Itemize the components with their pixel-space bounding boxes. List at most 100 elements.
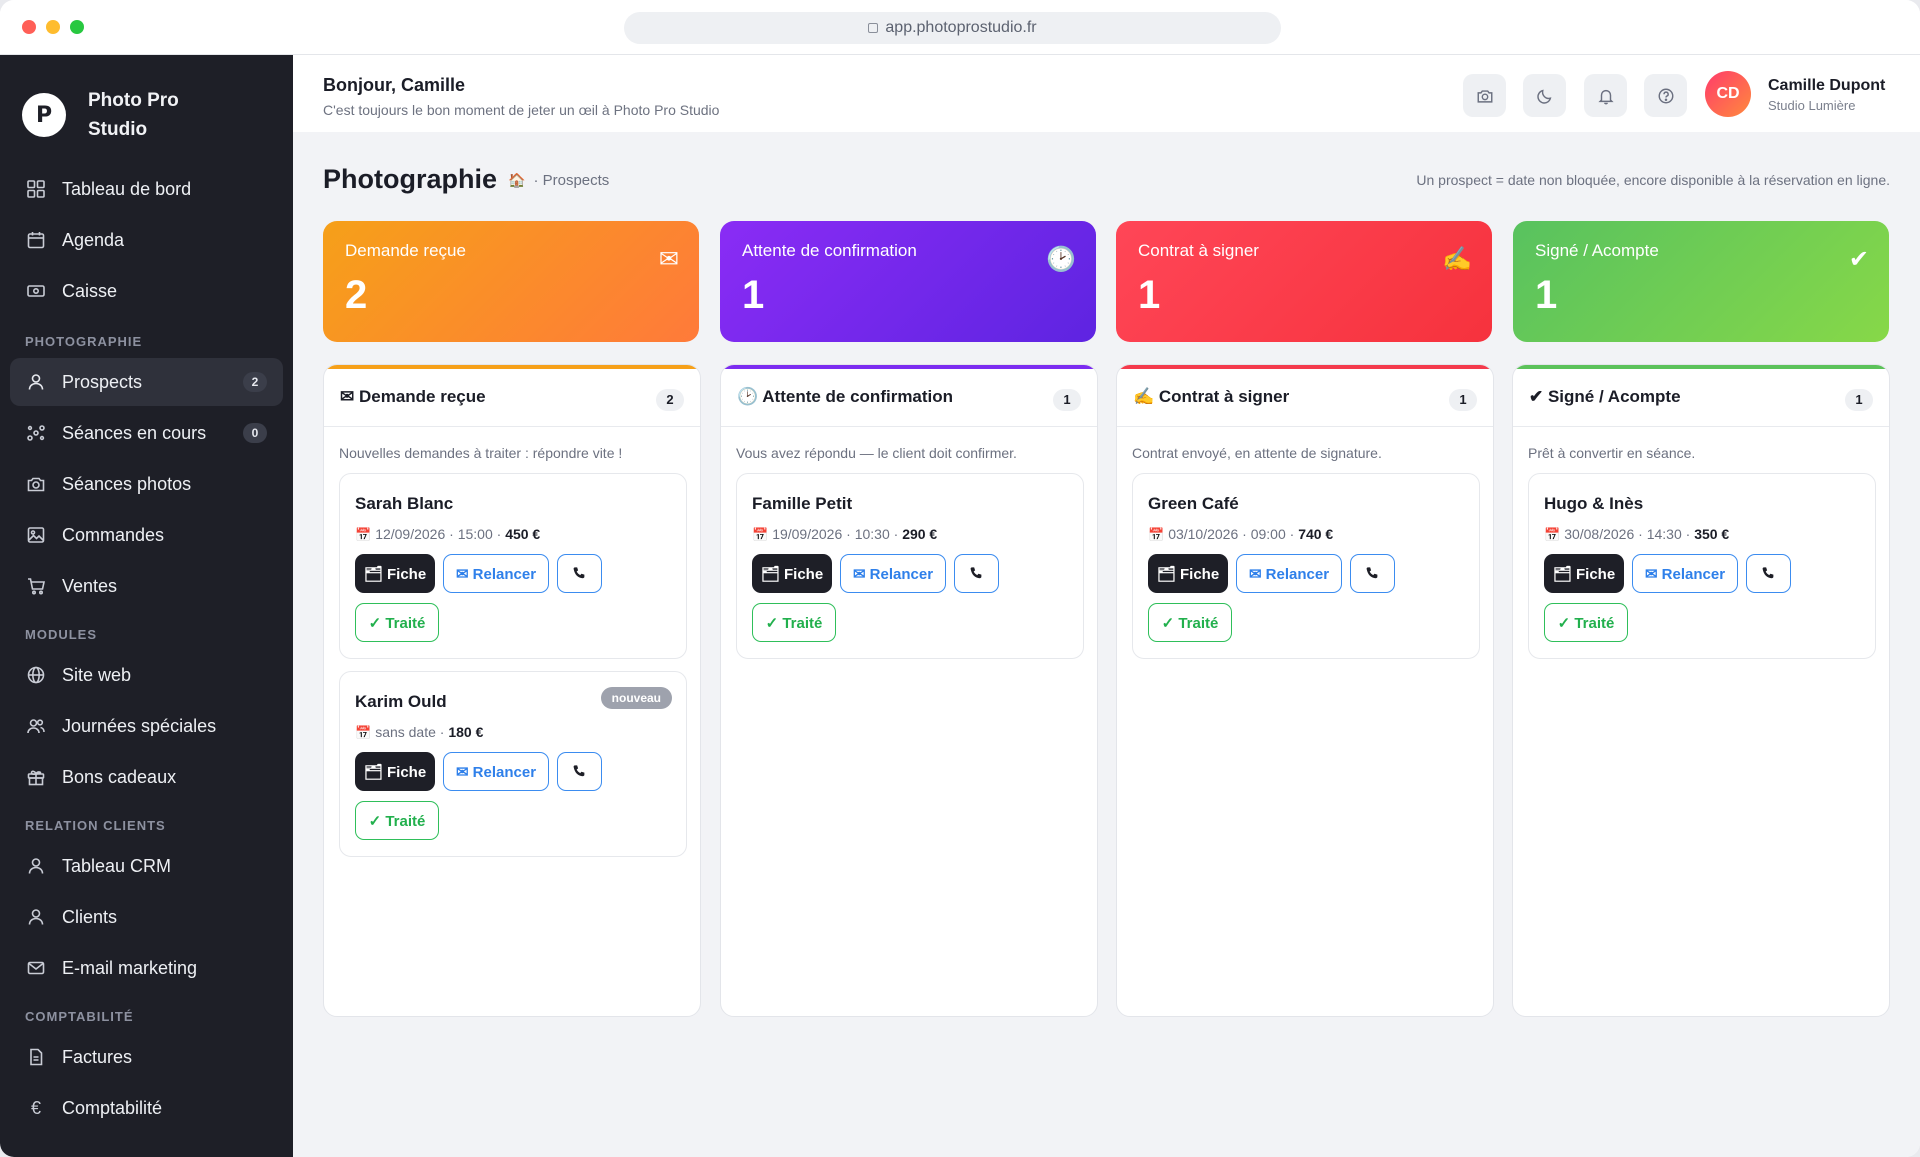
sidebar-item-label: Journées spéciales	[62, 715, 217, 736]
prospect-date: 03/10/2026 · 09:00	[1168, 526, 1286, 542]
sidebar-item-label: Clients	[62, 906, 118, 927]
sidebar-item-commandes[interactable]: Commandes	[10, 511, 283, 559]
sidebar-item-label: Prospects	[62, 371, 143, 392]
notifications-button[interactable]	[1584, 74, 1627, 117]
fiche-button[interactable]: 🗂 Fiche	[355, 554, 435, 593]
prospect-price: 350 €	[1694, 526, 1730, 542]
sidebar-item-label: Ventes	[62, 575, 118, 596]
sidebar-item-label: Comptabilité	[62, 1097, 163, 1118]
column-header: ✔ Signé / Acompte 1	[1513, 369, 1889, 427]
help-button[interactable]	[1644, 74, 1687, 117]
sidebar-item-label: Bons cadeaux	[62, 766, 177, 787]
sidebar-item-prospects[interactable]: Prospects 2	[10, 358, 283, 406]
relancer-button[interactable]: ✉ Relancer	[840, 554, 946, 593]
lock-icon	[868, 23, 879, 33]
sidebar-item-site-web[interactable]: Site web	[10, 651, 283, 699]
column-title: 🕑 Attente de confirmation	[737, 387, 954, 406]
stat-label: Signé / Acompte	[1535, 241, 1659, 260]
user-icon	[26, 907, 46, 927]
flow-icon	[26, 423, 46, 443]
maximize-window-button[interactable]	[70, 20, 84, 34]
sidebar-item-factures[interactable]: Factures	[10, 1033, 283, 1081]
prospect-card[interactable]: Famille Petit 📅 19/09/2026 · 10:30 · 290 …	[736, 473, 1084, 659]
relancer-button[interactable]: ✉ Relancer	[1632, 554, 1738, 593]
call-button[interactable]	[557, 752, 602, 791]
home-icon[interactable]: 🏠	[508, 172, 525, 189]
fiche-button[interactable]: 🗂 Fiche	[355, 752, 435, 791]
prospect-name: Green Café	[1148, 494, 1239, 513]
kanban-column-signe-acompte: ✔ Signé / Acompte 1 Prêt à convertir en …	[1512, 364, 1890, 1017]
check-icon: ✔	[1848, 246, 1869, 273]
prospect-card[interactable]: Sarah Blanc 📅 12/09/2026 · 15:00 · 450 € …	[339, 473, 687, 659]
sidebar-item-seances-en-cours[interactable]: Séances en cours 0	[10, 409, 283, 457]
traite-button[interactable]: ✓ Traité	[355, 603, 439, 642]
sidebar-item-email-marketing[interactable]: E-mail marketing	[10, 944, 283, 992]
breadcrumb-current[interactable]: · Prospects	[533, 172, 609, 189]
calendar-icon	[26, 230, 46, 250]
prospect-card[interactable]: Karim Ould nouveau 📅 sans date · 180 € 🗂 …	[339, 671, 687, 857]
brand-logo: P	[22, 93, 66, 137]
sidebar-item-clients[interactable]: Clients	[10, 893, 283, 941]
mail-icon	[26, 958, 46, 978]
address-bar[interactable]: app.photoprostudio.fr	[624, 12, 1281, 44]
relancer-button[interactable]: ✉ Relancer	[1236, 554, 1342, 593]
sidebar-item-bons-cadeaux[interactable]: Bons cadeaux	[10, 753, 283, 801]
clock-icon: 🕑	[1046, 246, 1076, 273]
sidebar-item-seances-photos[interactable]: Séances photos	[10, 460, 283, 508]
traite-button[interactable]: ✓ Traité	[1148, 603, 1232, 642]
calendar-icon: 📅	[355, 725, 372, 740]
user-icon	[26, 856, 46, 876]
stat-card-signe-acompte[interactable]: Signé / Acompte 1 ✔	[1513, 221, 1889, 342]
column-count: 1	[1845, 389, 1873, 411]
sidebar-item-comptabilite[interactable]: € Comptabilité	[10, 1084, 283, 1132]
call-button[interactable]	[557, 554, 602, 593]
prospect-card[interactable]: Green Café 📅 03/10/2026 · 09:00 · 740 € 🗂…	[1132, 473, 1480, 659]
url-text: app.photoprostudio.fr	[885, 19, 1037, 36]
column-title: ✍ Contrat à signer	[1133, 387, 1290, 406]
fiche-button[interactable]: 🗂 Fiche	[1544, 554, 1624, 593]
dark-mode-button[interactable]	[1523, 74, 1566, 117]
relancer-button[interactable]: ✉ Relancer	[443, 554, 549, 593]
sidebar-item-label: Agenda	[62, 229, 125, 250]
user-avatar[interactable]: CD	[1705, 71, 1751, 117]
brand-name: Photo Pro Studio	[88, 90, 179, 140]
prospect-card[interactable]: Hugo & Inès 📅 30/08/2026 · 14:30 · 350 € …	[1528, 473, 1876, 659]
fiche-button[interactable]: 🗂 Fiche	[1148, 554, 1228, 593]
sidebar-item-agenda[interactable]: Agenda	[10, 216, 283, 264]
sidebar-item-label: Tableau CRM	[62, 855, 172, 876]
sidebar: P Photo Pro Studio Tableau de bord Agend…	[0, 55, 293, 1157]
cash-icon	[26, 281, 46, 301]
stat-card-attente-confirmation[interactable]: Attente de confirmation 1 🕑	[720, 221, 1096, 342]
camera-button[interactable]	[1463, 74, 1506, 117]
call-button[interactable]	[954, 554, 999, 593]
prospect-name: Karim Ould	[355, 692, 447, 711]
traite-button[interactable]: ✓ Traité	[1544, 603, 1628, 642]
traite-button[interactable]: ✓ Traité	[752, 603, 836, 642]
phone-icon	[1366, 567, 1378, 579]
sidebar-item-journees-speciales[interactable]: Journées spéciales	[10, 702, 283, 750]
sidebar-item-ventes[interactable]: Ventes	[10, 562, 283, 610]
relancer-button[interactable]: ✉ Relancer	[443, 752, 549, 791]
user-name[interactable]: Camille Dupont	[1768, 77, 1885, 95]
brand[interactable]: P Photo Pro Studio	[22, 85, 208, 145]
call-button[interactable]	[1746, 554, 1791, 593]
minimize-window-button[interactable]	[46, 20, 60, 34]
sidebar-item-tableau-crm[interactable]: Tableau CRM	[10, 842, 283, 890]
greeting-subtitle: C'est toujours le bon moment de jeter un…	[323, 102, 720, 118]
call-button[interactable]	[1350, 554, 1395, 593]
fiche-button[interactable]: 🗂 Fiche	[752, 554, 832, 593]
stat-card-demande-recue[interactable]: Demande reçue 2 ✉	[323, 221, 699, 342]
count-badge: 0	[243, 423, 267, 443]
globe-icon	[26, 665, 46, 685]
page-note: Un prospect = date non bloquée, encore d…	[1416, 172, 1890, 188]
close-window-button[interactable]	[22, 20, 36, 34]
column-title: ✉ Demande reçue	[340, 387, 486, 406]
top-header: Bonjour, Camille C'est toujours le bon m…	[293, 55, 1920, 132]
traite-button[interactable]: ✓ Traité	[355, 801, 439, 840]
user-studio: Studio Lumière	[1768, 98, 1856, 113]
stat-card-contrat-a-signer[interactable]: Contrat à signer 1 ✍	[1116, 221, 1492, 342]
prospect-meta: 📅 12/09/2026 · 15:00 · 450 €	[355, 526, 541, 542]
sidebar-item-tableau-de-bord[interactable]: Tableau de bord	[10, 165, 283, 213]
sidebar-item-caisse[interactable]: Caisse	[10, 267, 283, 315]
prospect-meta: 📅 19/09/2026 · 10:30 · 290 €	[752, 526, 938, 542]
